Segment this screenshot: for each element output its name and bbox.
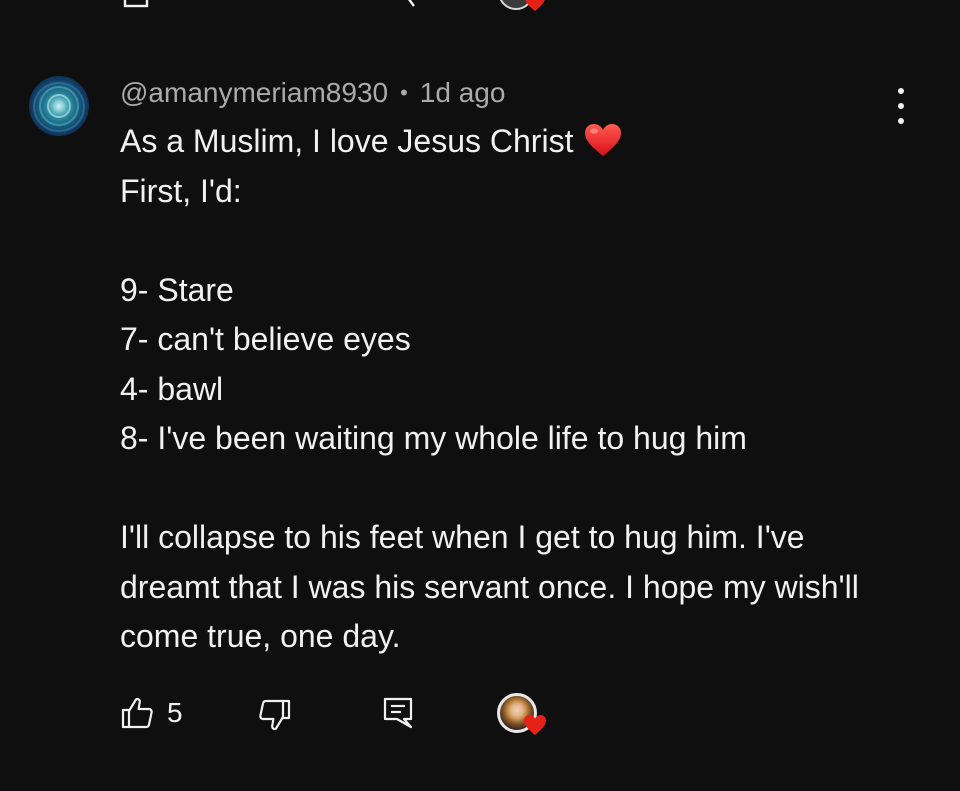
like-count: 5 [167,697,183,728]
separator-dot: • [400,80,408,105]
comment-actions: 5 [0,690,960,740]
comment-line: 8- I've been waiting my whole life to hu… [120,420,747,456]
comment-body: As a Muslim, I love Jesus Christ First, … [120,117,920,662]
comment-header: @amanymeriam8930 • 1d ago [120,76,505,110]
comment-line: First, I'd: [120,172,242,209]
comment-line: 4- bawl [120,370,224,407]
comment-line: 7- can't believe eyes [120,321,411,357]
comment-time: 1d ago [419,77,506,108]
thumbs-up-icon[interactable] [120,696,154,730]
thumbs-up-icon[interactable] [122,0,152,8]
red-heart-icon [585,124,622,156]
comment-paragraph: I'll collapse to his feet when I get to … [120,519,859,654]
reply-icon[interactable] [390,0,420,8]
comment-line: As a Muslim, I love Jesus Christ [120,117,920,167]
thumbs-down-icon[interactable] [290,0,304,6]
commenter-avatar[interactable] [29,76,89,136]
creator-heart-icon [525,0,545,12]
reply-icon[interactable] [382,696,414,730]
thumbs-down-icon[interactable] [258,698,292,732]
comment-line: 9- Stare [120,271,234,308]
previous-comment-actions [0,0,960,14]
author-handle[interactable]: @amanymeriam8930 [120,77,388,109]
creator-heart-icon [524,715,546,735]
